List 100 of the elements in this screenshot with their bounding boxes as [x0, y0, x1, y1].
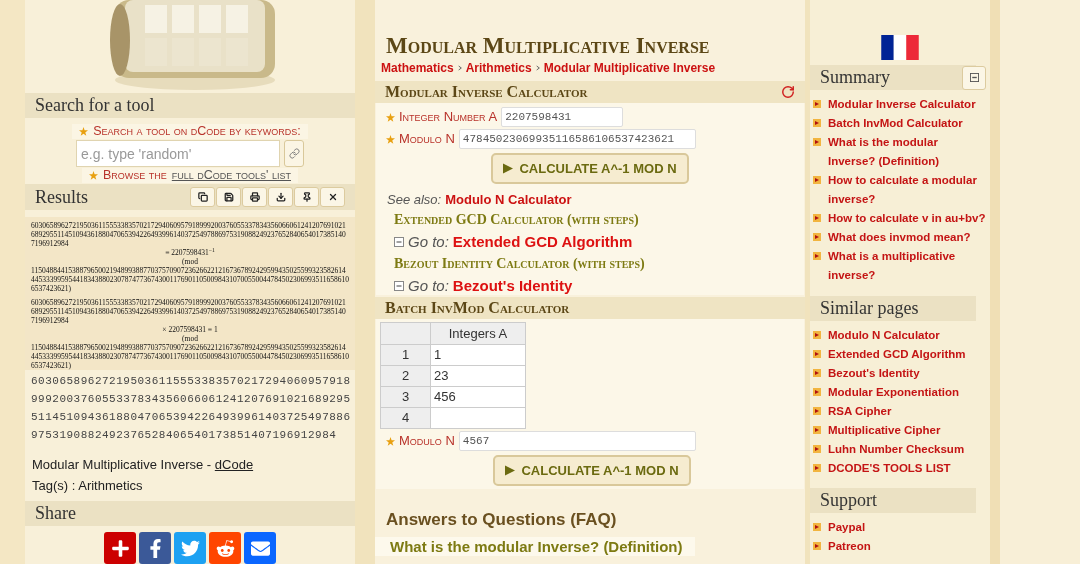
sidebar-link[interactable]: Modular Exponentiation [828, 383, 959, 402]
sidebar-link[interactable]: Extended GCD Algorithm [828, 345, 966, 364]
sidebar-link[interactable]: How to calculate a modular inverse? [828, 171, 988, 209]
minus-square-icon [969, 73, 979, 82]
collapse-button[interactable] [962, 65, 986, 90]
star-icon [386, 436, 395, 446]
bullet-icon [813, 426, 821, 434]
see-also-link[interactable]: Modulo N Calculator [445, 192, 572, 207]
download-icon [275, 192, 286, 202]
panel-title: Modular Inverse Calculator [385, 82, 588, 102]
copy-button[interactable] [190, 187, 215, 207]
search-label: Search a tool on dCode by keywords: [93, 124, 301, 139]
result-number: 6030658962721950361155533835702172940609579189992003760553378343560660612412076910216892955114510943618804706539422649399614037254978869753190882492376528406540173851407196912984 [31, 374, 352, 443]
link-icon [288, 148, 300, 159]
reddit-button[interactable] [209, 532, 241, 564]
row-number: 3 [380, 386, 431, 408]
sidebar-link[interactable]: How to calculate v in au+bv? [828, 209, 986, 228]
sidebar-link[interactable]: Luhn Number Checksum [828, 440, 965, 459]
bullet-icon [813, 407, 821, 415]
bullet-icon [813, 388, 821, 396]
bullet-icon [813, 100, 821, 108]
star-icon [386, 112, 395, 122]
row-number: 2 [380, 365, 431, 387]
bullet-icon [813, 542, 821, 550]
goto-label: Go to: [408, 232, 449, 252]
faq-question: What is the modular Inverse? (Definition) [375, 536, 695, 556]
sidebar-link[interactable]: RSA Cipher [828, 402, 892, 421]
refresh-icon[interactable] [781, 85, 795, 99]
section-title: Results [35, 185, 88, 209]
email-icon [250, 538, 270, 558]
browse-text: Browse the [103, 168, 167, 183]
chevron-icon [457, 65, 462, 71]
bullet-icon [813, 523, 821, 531]
see-also-label: See also: [387, 192, 442, 207]
section-title: Share [35, 502, 76, 525]
twitter-button[interactable] [174, 532, 206, 564]
sidebar-link[interactable]: What does invmod mean? [828, 228, 971, 247]
section-title: Similar pages [820, 297, 919, 320]
reddit-icon [215, 538, 235, 558]
sidebar-link[interactable]: Paypal [828, 518, 866, 537]
sidebar-link[interactable]: Batch InvMod Calculator [828, 114, 963, 133]
save-button[interactable] [216, 187, 241, 207]
value-field[interactable]: 2207598431 [501, 107, 624, 127]
dcode-link[interactable]: dCode [214, 457, 254, 472]
sidebar-link[interactable]: Multiplicative Cipher [828, 421, 941, 440]
bullet-icon [813, 119, 821, 127]
tags-text: Tag(s) : Arithmetics [32, 477, 144, 495]
value-field[interactable]: 47845023069935116586106537423621 [458, 129, 696, 149]
calculate-button[interactable]: CALCULATE A^-1 MOD N [493, 455, 691, 486]
play-icon [505, 465, 516, 476]
bullet-icon [813, 464, 821, 472]
sidebar-link[interactable]: Patreon [828, 537, 871, 556]
sidebar-link[interactable]: What is a multiplicative inverse? [828, 247, 988, 285]
value-field[interactable]: 4567 [458, 431, 696, 451]
breadcrumb-link[interactable]: Mathematics [381, 59, 454, 77]
calculate-button[interactable]: CALCULATE A^-1 MOD N [491, 153, 689, 184]
panel-title: Batch InvMod Calculator [385, 298, 570, 318]
plus-button[interactable] [104, 532, 136, 564]
sidebar-link[interactable]: Modulo N Calculator [828, 326, 940, 345]
bullet-icon [813, 350, 821, 358]
tools-list-link[interactable]: full dCode tools' list [171, 168, 291, 183]
search-field[interactable]: e.g. type 'random' [76, 140, 280, 167]
breadcrumb-link[interactable]: Modular Multiplicative Inverse [543, 59, 716, 77]
related-tool-title: Extended GCD Calculator (with steps) [394, 211, 640, 229]
close-button[interactable] [320, 187, 345, 207]
email-button[interactable] [244, 532, 276, 564]
expand-icon [394, 237, 404, 247]
facebook-button[interactable] [139, 532, 171, 564]
chevron-icon [535, 65, 540, 71]
row-number: 1 [380, 344, 431, 366]
sidebar-link[interactable]: What is the modular Inverse? (Definition) [828, 133, 988, 171]
french-flag-icon[interactable] [880, 35, 920, 60]
page-title: Modular Multiplicative Inverse [385, 33, 711, 59]
sidebar-link[interactable]: Bezout's Identity [828, 364, 920, 383]
breadcrumb-link[interactable]: Arithmetics [465, 59, 532, 77]
download-button[interactable] [268, 187, 293, 207]
bullet-icon [813, 176, 821, 184]
bullet-icon [813, 252, 821, 260]
goto-link[interactable]: Extended GCD Algorithm [452, 231, 633, 253]
bullet-icon [813, 138, 821, 146]
sidebar-link[interactable]: Modular Inverse Calculator [828, 95, 976, 114]
bullet-icon [813, 369, 821, 377]
related-tool-title: Bezout Identity Calculator (with steps) [394, 255, 646, 273]
pin-icon [301, 192, 312, 202]
twitter-icon [180, 538, 200, 558]
field-label: Modulo N [399, 432, 455, 451]
pin-button[interactable] [294, 187, 319, 207]
faq-title: Answers to Questions (FAQ) [385, 509, 618, 531]
star-icon [89, 171, 98, 180]
bullet-icon [813, 445, 821, 453]
print-button[interactable] [242, 187, 267, 207]
goto-link[interactable]: Bezout's Identity [452, 275, 573, 297]
bullet-icon [813, 214, 821, 222]
field-label: Modulo N [399, 130, 455, 149]
expand-icon [394, 281, 404, 291]
star-icon [79, 127, 89, 136]
goto-label: Go to: [408, 276, 449, 296]
print-icon [249, 192, 260, 202]
column-header: Integers A [430, 322, 526, 345]
sidebar-link[interactable]: DCODE'S TOOLS LIST [828, 459, 951, 478]
